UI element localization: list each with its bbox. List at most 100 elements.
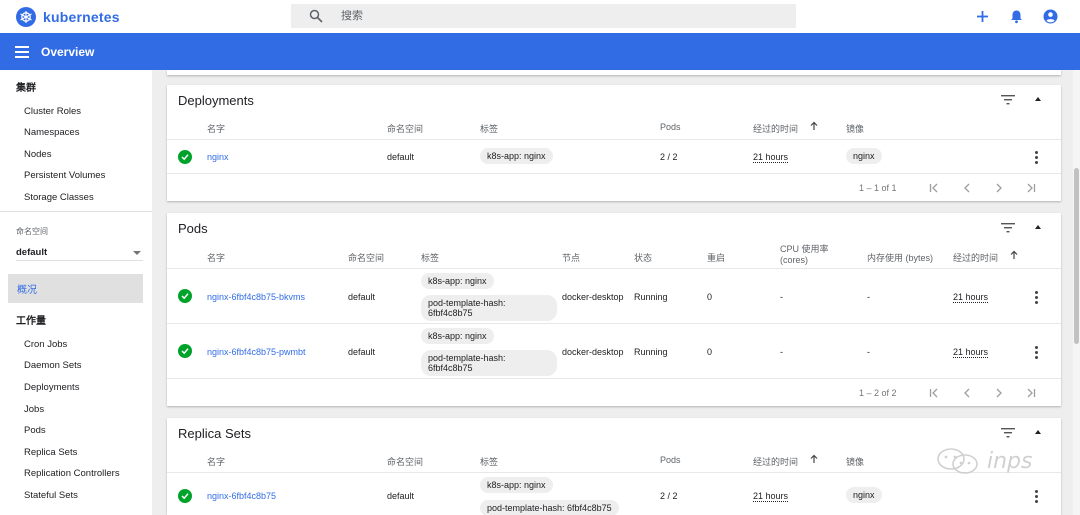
column-header-name[interactable]: 名字 — [207, 122, 225, 135]
pod-memory: - — [867, 347, 870, 357]
sidebar-item-cron-jobs[interactable]: Cron Jobs — [24, 339, 67, 350]
arrow-up-icon[interactable] — [809, 454, 819, 464]
sidebar-item-namespaces[interactable]: Namespaces — [24, 127, 79, 138]
check-circle-icon — [178, 489, 192, 503]
sidebar-item-jobs[interactable]: Jobs — [24, 404, 44, 415]
label-chip: k8s-app: nginx — [480, 477, 553, 493]
column-header-images: 镜像 — [846, 457, 865, 467]
collapse-icon[interactable] — [1035, 97, 1041, 101]
label-chip: k8s-app: nginx — [421, 328, 494, 344]
sidebar-item-replication-controllers[interactable]: Replication Controllers — [24, 468, 120, 479]
replica-set-namespace: default — [387, 491, 415, 501]
search-input[interactable] — [341, 10, 741, 22]
collapse-icon[interactable] — [1035, 225, 1041, 229]
namespace-label: 命名空间 — [16, 227, 48, 236]
card-title: Replica Sets — [178, 426, 251, 441]
search-bar[interactable] — [291, 4, 796, 28]
sidebar-item-storage-classes[interactable]: Storage Classes — [24, 192, 94, 203]
replica-set-name-link[interactable]: nginx-6fbf4c8b75 — [207, 491, 276, 501]
pod-namespace: default — [348, 347, 376, 357]
divider — [167, 323, 1061, 324]
column-header-status[interactable]: 状态 — [634, 251, 652, 264]
kubernetes-wheel-icon — [16, 6, 36, 27]
kubernetes-logo[interactable]: kubernetes — [16, 6, 120, 27]
sidebar: 集群 Cluster Roles Namespaces Nodes Persis… — [0, 70, 152, 515]
pod-status: Running — [634, 347, 668, 357]
divider — [167, 268, 1061, 269]
watermark-text: inps — [987, 448, 1033, 474]
filter-icon[interactable] — [1001, 94, 1015, 106]
pod-name-link[interactable]: nginx-6fbf4c8b75-pwmbt — [207, 347, 306, 357]
divider — [167, 139, 1061, 140]
sidebar-item-replica-sets[interactable]: Replica Sets — [24, 447, 77, 458]
previous-card-edge — [167, 70, 1061, 75]
label-chip: k8s-app: nginx — [421, 273, 494, 289]
last-page-icon[interactable] — [1025, 182, 1037, 194]
pagination-range: 1 – 2 of 2 — [859, 388, 897, 398]
column-header-memory: 内存使用 (bytes) — [867, 253, 934, 263]
previous-page-icon[interactable] — [961, 387, 973, 399]
more-vert-icon[interactable] — [1035, 346, 1038, 359]
column-header-namespace[interactable]: 命名空间 — [348, 251, 384, 264]
pod-restarts: 0 — [707, 292, 713, 302]
page-header: Overview — [0, 33, 1080, 70]
check-circle-icon — [178, 289, 192, 303]
arrow-up-icon[interactable] — [809, 121, 819, 131]
next-page-icon[interactable] — [993, 182, 1005, 194]
pod-cpu: - — [780, 292, 783, 302]
image-chip: nginx — [846, 487, 882, 503]
sidebar-item-overview-label: 概况 — [17, 285, 37, 296]
chat-bubbles-icon — [937, 448, 978, 474]
deployments-card: Deployments 名字 命名空间 标签 Pods 经过的时间 镜像 ngi… — [167, 85, 1061, 201]
first-page-icon[interactable] — [928, 182, 940, 194]
card-title: Pods — [178, 221, 208, 236]
menu-icon[interactable] — [15, 45, 29, 58]
sidebar-item-deployments[interactable]: Deployments — [24, 382, 79, 393]
last-page-icon[interactable] — [1025, 387, 1037, 399]
sidebar-item-stateful-sets[interactable]: Stateful Sets — [24, 490, 78, 501]
column-header-age[interactable]: 经过的时间 — [753, 455, 798, 468]
account-circle-icon[interactable] — [1041, 7, 1060, 26]
sidebar-item-overview[interactable]: 概况 — [8, 274, 143, 303]
column-header-namespace[interactable]: 命名空间 — [387, 455, 423, 468]
replica-set-pods: 2 / 2 — [660, 491, 678, 501]
label-chip: pod-template-hash: 6fbf4c8b75 — [421, 295, 557, 321]
filter-icon[interactable] — [1001, 222, 1015, 234]
arrow-up-icon[interactable] — [1009, 250, 1019, 260]
scrollbar-thumb[interactable] — [1074, 168, 1079, 344]
more-vert-icon[interactable] — [1035, 490, 1038, 503]
column-header-age[interactable]: 经过的时间 — [753, 122, 798, 135]
column-header-namespace[interactable]: 命名空间 — [387, 122, 423, 135]
column-header-name[interactable]: 名字 — [207, 455, 225, 468]
scrollbar-track[interactable] — [1073, 70, 1080, 515]
more-vert-icon[interactable] — [1035, 291, 1038, 304]
column-header-node[interactable]: 节点 — [562, 251, 580, 264]
plus-icon[interactable] — [973, 7, 992, 26]
pod-restarts: 0 — [707, 347, 713, 357]
sidebar-item-pods[interactable]: Pods — [24, 425, 46, 436]
next-page-icon[interactable] — [993, 387, 1005, 399]
sidebar-item-nodes[interactable]: Nodes — [24, 149, 51, 160]
divider — [167, 472, 1061, 473]
namespace-select[interactable]: default — [16, 245, 143, 261]
bell-icon[interactable] — [1007, 7, 1026, 26]
column-header-name[interactable]: 名字 — [207, 251, 225, 264]
pod-cpu: - — [780, 347, 783, 357]
deployment-name-link[interactable]: nginx — [207, 152, 229, 162]
previous-page-icon[interactable] — [961, 182, 973, 194]
column-header-restarts: 重启 — [707, 253, 726, 263]
more-vert-icon[interactable] — [1035, 151, 1038, 164]
deployment-namespace: default — [387, 152, 415, 162]
collapse-icon[interactable] — [1035, 430, 1041, 434]
sidebar-item-persistent-volumes[interactable]: Persistent Volumes — [24, 170, 105, 181]
sidebar-item-cluster-roles[interactable]: Cluster Roles — [24, 106, 81, 117]
sidebar-item-daemon-sets[interactable]: Daemon Sets — [24, 360, 82, 371]
column-header-age[interactable]: 经过的时间 — [953, 251, 998, 264]
pods-card: Pods 名字 命名空间 标签 节点 状态 重启 CPU 使用率 (cores)… — [167, 213, 1061, 406]
deployment-age: 21 hours — [753, 152, 789, 162]
pod-name-link[interactable]: nginx-6fbf4c8b75-bkvms — [207, 292, 305, 302]
first-page-icon[interactable] — [928, 387, 940, 399]
replica-set-age: 21 hours — [753, 491, 789, 501]
check-circle-icon — [178, 150, 192, 164]
filter-icon[interactable] — [1001, 427, 1015, 439]
